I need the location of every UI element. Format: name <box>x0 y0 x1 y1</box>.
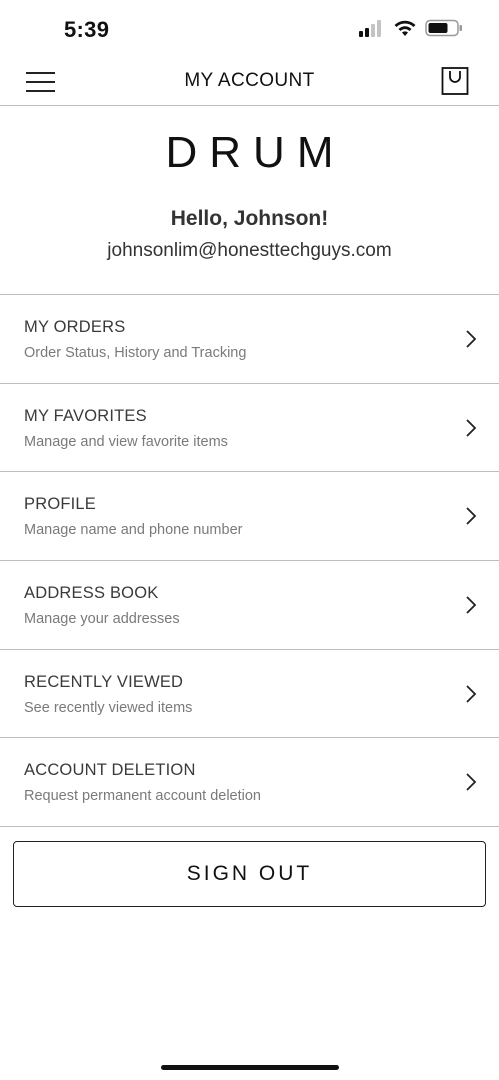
greeting-text: Hello, Johnson! <box>170 207 329 230</box>
menu-item-title: ACCOUNT DELETION <box>24 761 196 780</box>
menu-item-title: MY FAVORITES <box>24 406 147 425</box>
chevron-right-icon <box>466 596 477 614</box>
chevron-right-icon <box>466 685 477 703</box>
chevron-right-icon <box>466 419 477 437</box>
home-indicator[interactable] <box>161 1065 339 1070</box>
menu-item-title: RECENTLY VIEWED <box>24 672 184 691</box>
menu-item-subtitle: Request permanent account deletion <box>24 788 261 805</box>
menu-item-subtitle: Manage and view favorite items <box>24 433 228 450</box>
menu-item-address-book[interactable]: ADDRESS BOOK Manage your addresses <box>0 561 499 650</box>
menu-item-subtitle: Order Status, History and Tracking <box>24 345 247 361</box>
menu-item-title: MY ORDERS <box>24 318 126 336</box>
sign-out-button[interactable]: SIGN OUT <box>13 841 486 907</box>
shopping-bag-icon[interactable] <box>441 66 469 96</box>
chevron-right-icon <box>466 507 477 526</box>
battery-icon <box>425 19 462 37</box>
menu-item-subtitle: See recently viewed items <box>24 699 193 716</box>
menu-item-my-favorites[interactable]: MY FAVORITES Manage and view favorite it… <box>0 384 499 473</box>
user-email: johnsonlim@honesttechguys.com <box>107 240 392 261</box>
menu-item-title: ADDRESS BOOK <box>24 584 159 603</box>
menu-item-account-deletion[interactable]: ACCOUNT DELETION Request permanent accou… <box>0 738 499 828</box>
cellular-signal-icon <box>359 20 381 37</box>
account-menu-list: MY ORDERS Order Status, History and Trac… <box>0 294 499 828</box>
wifi-icon <box>394 20 416 36</box>
chevron-right-icon <box>466 330 477 348</box>
brand-logo: DRUM <box>165 128 346 177</box>
chevron-right-icon <box>466 773 477 792</box>
menu-item-recently-viewed[interactable]: RECENTLY VIEWED See recently viewed item… <box>0 650 499 739</box>
menu-item-my-orders[interactable]: MY ORDERS Order Status, History and Trac… <box>0 295 499 384</box>
status-bar: 5:39 <box>0 0 499 58</box>
status-time: 5:39 <box>64 17 110 42</box>
status-icons <box>359 19 463 37</box>
menu-item-title: PROFILE <box>24 495 97 514</box>
menu-item-subtitle: Manage name and phone number <box>24 522 243 539</box>
menu-item-subtitle: Manage your addresses <box>24 611 180 628</box>
menu-item-profile[interactable]: PROFILE Manage name and phone number <box>0 472 499 562</box>
nav-bar: MY ACCOUNT <box>0 58 499 106</box>
page-title: MY ACCOUNT <box>184 70 315 91</box>
my-account-screen: 5:39 MY ACCOUNT DRUM Hello, Johnson! joh… <box>0 0 499 1080</box>
